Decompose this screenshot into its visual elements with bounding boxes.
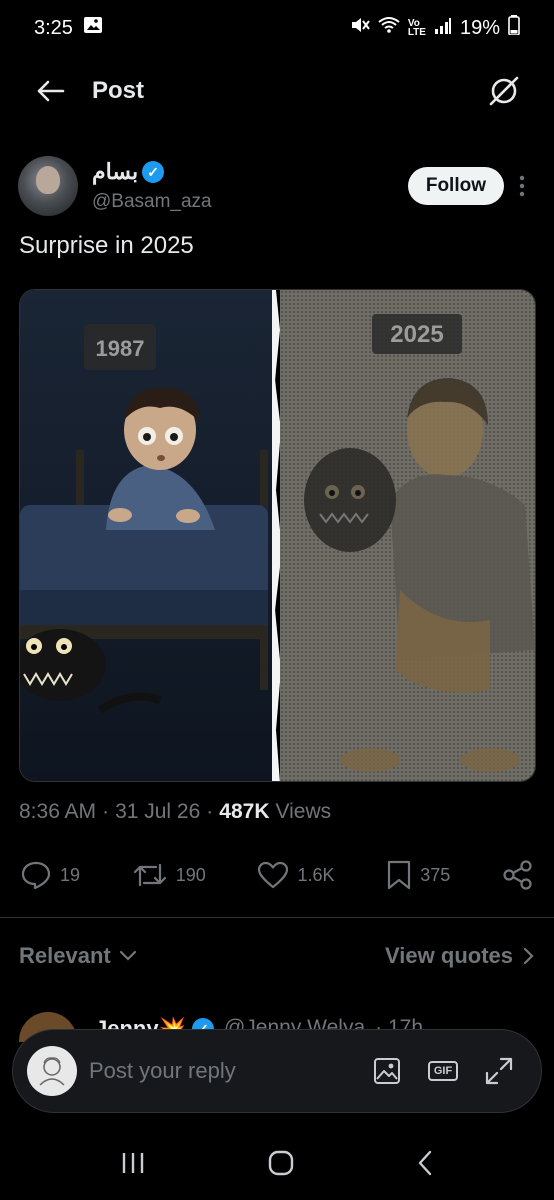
reply-count: 19 (60, 864, 81, 885)
author-row: بسام ✓ @Basam_aza Follow (18, 156, 536, 216)
comparison-illustration: 1987 2025 (20, 290, 535, 781)
expand-icon (485, 1057, 513, 1085)
heart-icon (258, 861, 289, 889)
profile-avatar-icon (39, 1057, 65, 1086)
views-label: Views (275, 800, 332, 823)
signal-icon (434, 17, 452, 40)
home-icon (268, 1150, 294, 1175)
follow-button[interactable]: Follow (407, 167, 504, 205)
view-quotes-label: View quotes (385, 943, 513, 968)
author-handle[interactable]: @Basam_aza (92, 191, 212, 213)
bookmark-icon (388, 860, 411, 890)
volte-icon: Vo LTE (407, 18, 426, 38)
reply-input[interactable]: Post your reply (89, 1058, 359, 1084)
gallery-icon (83, 15, 103, 41)
status-bar: 3:25 Vo LTE 19% (0, 0, 554, 56)
author-name[interactable]: بسام (92, 159, 138, 185)
system-back-button[interactable] (416, 1149, 434, 1182)
repost-icon (133, 863, 166, 887)
chevron-right-icon (523, 947, 534, 965)
user-avatar[interactable] (27, 1046, 77, 1096)
views-count[interactable]: 487K (219, 800, 269, 824)
relevant-dropdown[interactable]: Relevant (19, 943, 137, 969)
system-nav-bar (0, 1130, 554, 1200)
post-text: Surprise in 2025 (19, 232, 194, 259)
status-right: Vo LTE 19% (350, 15, 520, 41)
image-icon (374, 1058, 400, 1084)
post-meta: 8:36 AM · 31 Jul 26 · 487K Views (19, 800, 332, 824)
expand-composer-button[interactable] (471, 1046, 527, 1096)
post-time: 8:36 AM (19, 800, 97, 823)
post-date: 31 Jul 26 (115, 800, 201, 823)
more-options-icon[interactable] (508, 167, 536, 205)
view-quotes-link[interactable]: View quotes (385, 943, 535, 969)
left-year-label: 1987 (96, 336, 145, 361)
repost-count: 190 (175, 864, 206, 885)
mute-icon (350, 16, 370, 40)
author-avatar[interactable] (18, 156, 78, 216)
reply-icon (21, 861, 51, 890)
battery-icon (508, 15, 520, 41)
replies-filter-row: Relevant View quotes (19, 936, 535, 976)
relevant-label: Relevant (19, 943, 111, 968)
bookmark-button[interactable]: 375 (386, 859, 450, 891)
action-bar: 19 190 1.6K 375 (20, 852, 534, 898)
like-button[interactable]: 1.6K (257, 861, 335, 889)
back-button[interactable] (30, 71, 70, 111)
reply-composer: Post your reply GIF (12, 1029, 542, 1113)
arrow-left-icon (37, 80, 65, 102)
add-gif-button[interactable]: GIF (415, 1046, 471, 1096)
right-year-label: 2025 (390, 321, 443, 348)
author-info: بسام ✓ @Basam_aza (92, 159, 212, 213)
wifi-icon (378, 16, 400, 40)
top-nav: Post (0, 60, 554, 122)
battery-percent: 19% (459, 16, 500, 39)
post-image[interactable]: 1987 2025 (19, 289, 536, 782)
add-image-button[interactable] (359, 1046, 415, 1096)
bookmark-count: 375 (420, 864, 451, 885)
repost-button[interactable]: 190 (132, 861, 206, 889)
reply-button[interactable]: 19 (20, 860, 80, 890)
divider (0, 917, 554, 918)
share-button[interactable] (502, 859, 534, 891)
share-icon (503, 860, 532, 890)
chevron-down-icon (119, 950, 136, 961)
status-time: 3:25 (34, 16, 73, 39)
chevron-left-icon (418, 1150, 431, 1175)
grok-button[interactable] (484, 71, 524, 111)
page-title: Post (92, 77, 145, 104)
verified-badge-icon: ✓ (142, 161, 165, 183)
recents-button[interactable] (120, 1151, 146, 1180)
gif-icon: GIF (427, 1061, 459, 1081)
recents-icon (123, 1152, 144, 1173)
like-count: 1.6K (297, 864, 335, 885)
grok-icon (489, 76, 519, 106)
home-button[interactable] (267, 1149, 295, 1182)
